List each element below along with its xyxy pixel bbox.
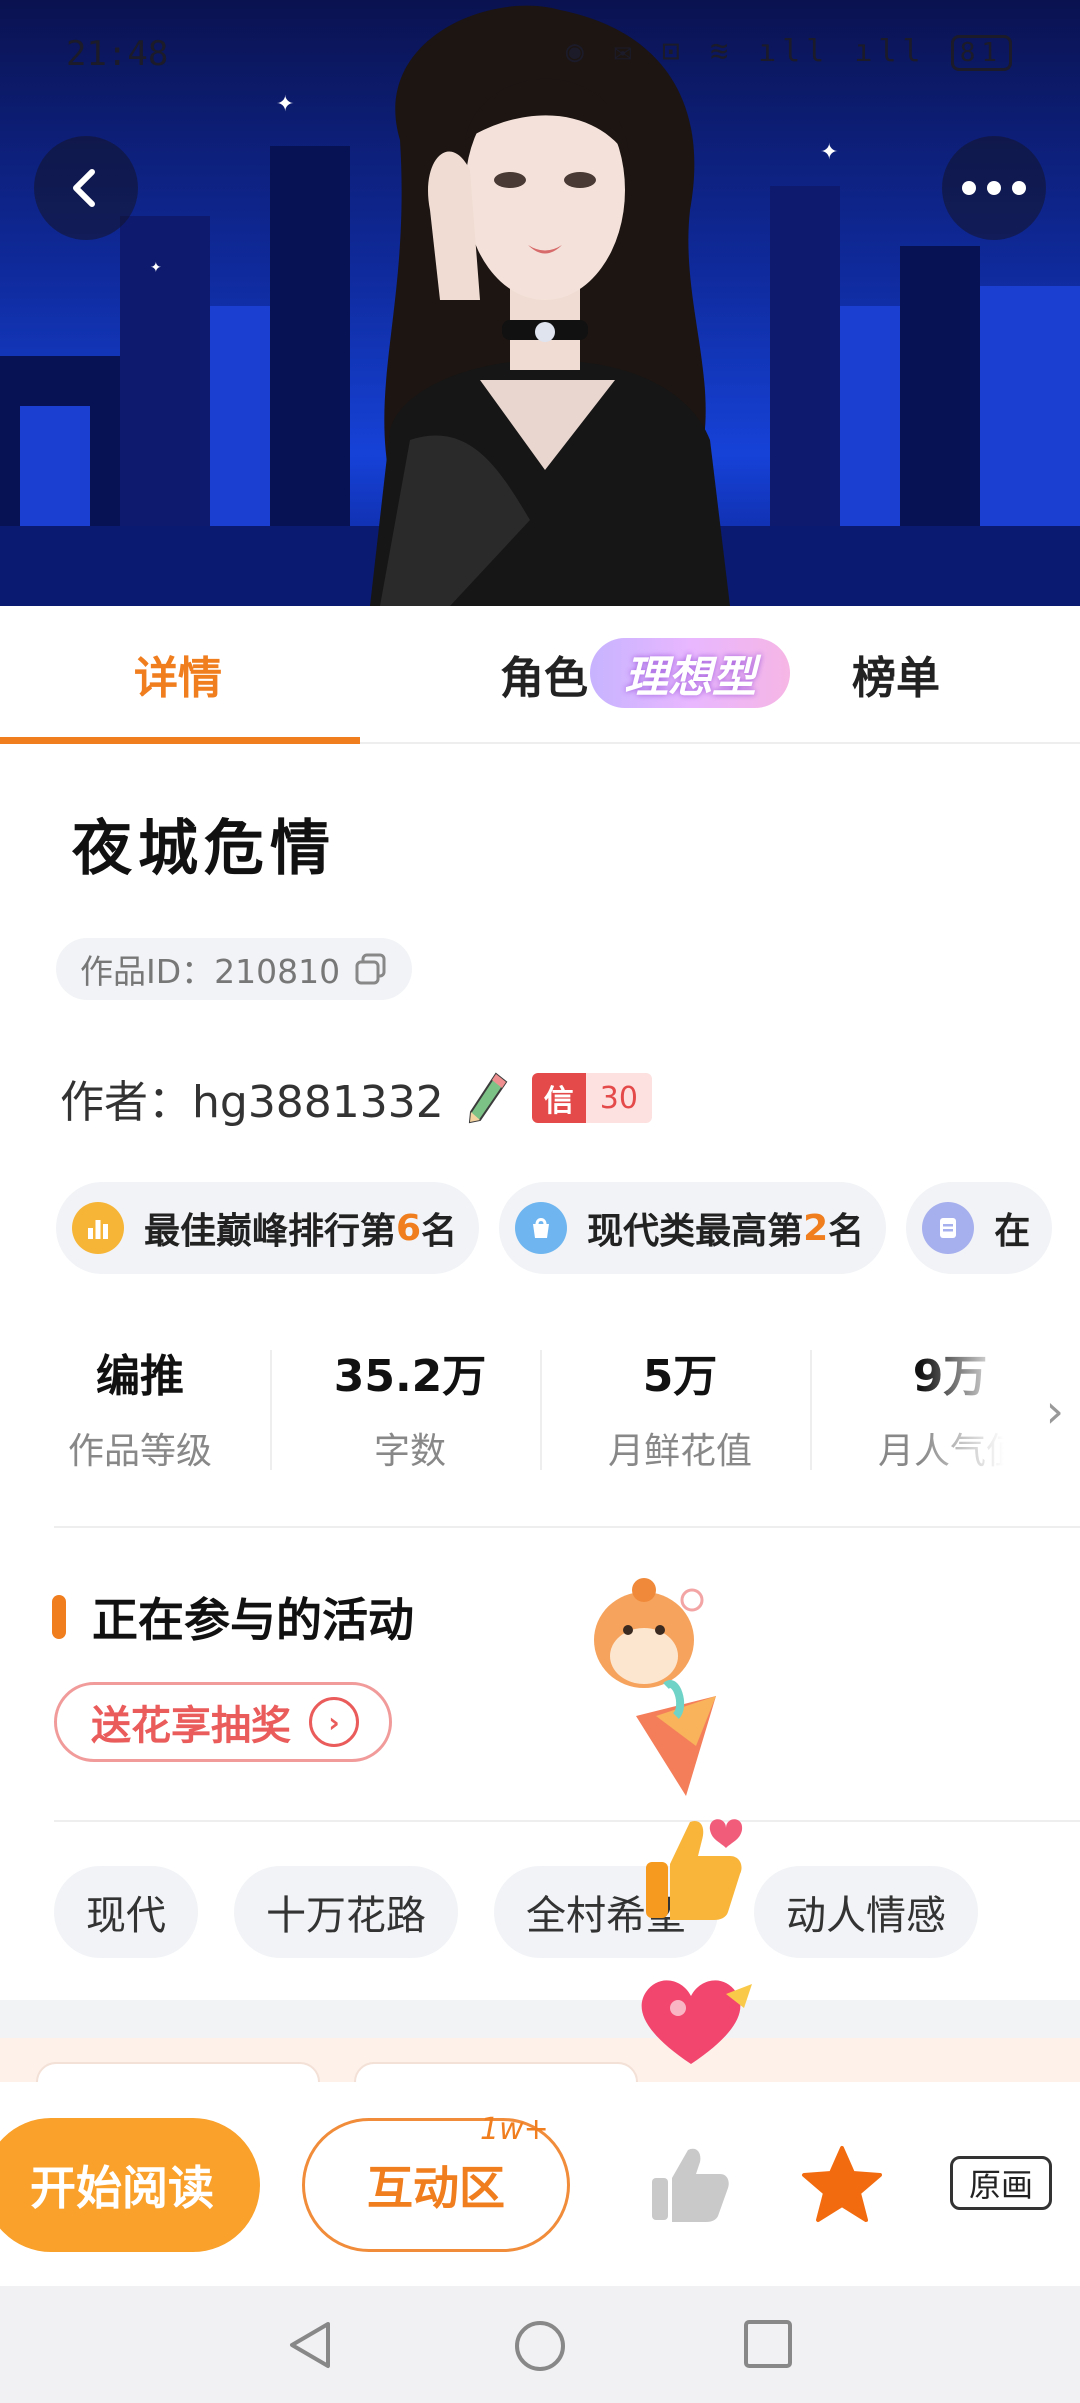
- stat-word-count: 35.2万 字数: [290, 1340, 530, 1474]
- stat-value: 编推: [96, 1351, 184, 1402]
- like-thumbs-up-icon[interactable]: [648, 2144, 730, 2226]
- tab-active-indicator: [0, 737, 360, 744]
- book-id-pill[interactable]: 作品ID：210810: [56, 938, 413, 1000]
- stat-label: 月鲜花值: [607, 1431, 752, 1472]
- ranking-pill[interactable]: 现代类最高第 2 名: [499, 1182, 887, 1274]
- heading-accent-bar: [52, 1595, 66, 1639]
- nav-recents-icon[interactable]: [742, 2318, 794, 2370]
- ranking-text-prefix: 最佳巅峰排行第: [144, 1211, 397, 1252]
- divider: [270, 1350, 272, 1470]
- arrow-right-circle-icon: ›: [309, 1697, 359, 1747]
- stat-flowers: 5万 月鲜花值: [560, 1340, 800, 1474]
- ranking-text-prefix: 在: [994, 1211, 1031, 1252]
- stat-label: 作品等级: [67, 1431, 212, 1472]
- ranking-text-prefix: 现代类最高第: [587, 1211, 804, 1252]
- book-stats[interactable]: 编推 作品等级 35.2万 字数 5万 月鲜花值 9万 月人气值 ›: [40, 1340, 1080, 1480]
- cover-character-illustration: [370, 5, 730, 606]
- author-row: 作者：hg3881332 信 30: [60, 1066, 652, 1130]
- section-divider: [54, 1820, 1080, 1822]
- cover-banner: ✦ ✦ ✦ 21:48 ◉ ✉ ⊡ ≋ ıll ıll 81: [0, 0, 1080, 606]
- rank-doc-icon: [922, 1202, 975, 1254]
- tab-details[interactable]: 详情: [134, 642, 222, 706]
- credit-badge-label: 信: [531, 1073, 586, 1123]
- activities-heading: 正在参与的活动: [52, 1584, 414, 1650]
- book-title: 夜城危情: [72, 814, 336, 884]
- divider: [810, 1350, 812, 1470]
- signal-icons: ◉ ✉ ⊡ ≋ ıll ıll: [565, 34, 927, 69]
- section-divider: [54, 1526, 1080, 1528]
- back-button[interactable]: [34, 136, 138, 240]
- star-icon: ✦: [150, 260, 162, 276]
- heart-sticker-icon: [641, 1980, 752, 2064]
- tab-characters[interactable]: 角色: [500, 642, 588, 706]
- pencil-icon: [468, 1072, 508, 1124]
- stats-fade: [920, 1340, 1040, 1480]
- tab-rankings[interactable]: 榜单: [852, 642, 940, 706]
- party-popper-icon: [636, 1680, 716, 1796]
- nav-home-icon[interactable]: [512, 2318, 568, 2374]
- chevron-right-icon[interactable]: ›: [1046, 1384, 1064, 1438]
- star-icon: ✦: [820, 140, 839, 165]
- activities-title: 正在参与的活动: [92, 1593, 414, 1647]
- more-options-button[interactable]: [942, 136, 1046, 240]
- battery-icon: 81: [950, 35, 1012, 71]
- book-tags: 现代 十万花路 全村希望 动人情感: [54, 1866, 1080, 1958]
- ideal-type-badge[interactable]: 理想型: [590, 638, 790, 708]
- activity-flower-lottery[interactable]: 送花享抽奖 ›: [54, 1682, 392, 1762]
- stat-value: 5万: [642, 1351, 718, 1402]
- author-name[interactable]: 作者：hg3881332: [60, 1066, 444, 1130]
- divider: [540, 1350, 542, 1470]
- ranking-number: 6: [396, 1207, 422, 1249]
- stat-level: 编推 作品等级: [20, 1340, 260, 1474]
- start-reading-button[interactable]: 开始阅读: [0, 2118, 260, 2252]
- bottom-action-bar: 开始阅读 互动区 1w+ 原画: [0, 2082, 1080, 2286]
- status-bar: 21:48 ◉ ✉ ⊡ ≋ ıll ıll 81: [0, 28, 1080, 84]
- favorite-star-icon[interactable]: [800, 2144, 884, 2226]
- interaction-count-badge: 1w+: [480, 2112, 549, 2147]
- nav-back-icon[interactable]: [284, 2318, 336, 2372]
- ranking-pill[interactable]: 在: [906, 1182, 1053, 1274]
- book-id-text: 作品ID：210810: [80, 952, 341, 991]
- rank-bar-icon: [72, 1202, 124, 1254]
- ranking-text-suffix: 名: [421, 1211, 458, 1252]
- stat-value: 35.2万: [333, 1351, 487, 1402]
- ranking-text-suffix: 名: [828, 1211, 865, 1252]
- thumbs-up-sticker-icon: [646, 1819, 743, 1920]
- tag-item[interactable]: 动人情感: [754, 1866, 978, 1958]
- copy-icon[interactable]: [354, 952, 388, 986]
- ranking-pills: 最佳巅峰排行第 6 名 现代类最高第 2 名 在: [56, 1182, 1080, 1274]
- credit-badge-score: 30: [585, 1073, 652, 1123]
- star-icon: ✦: [276, 92, 295, 117]
- section-gap: [0, 2000, 1080, 2038]
- more-dots-icon: [962, 181, 1026, 195]
- status-icons: ◉ ✉ ⊡ ≋ ıll ıll 81: [565, 34, 1012, 71]
- tag-item[interactable]: 十万花路: [234, 1866, 458, 1958]
- original-art-button[interactable]: 原画: [950, 2156, 1052, 2210]
- activity-label: 送花享抽奖: [91, 1703, 291, 1749]
- credit-badge[interactable]: 信 30: [531, 1073, 652, 1123]
- status-time: 21:48: [66, 34, 169, 74]
- ranking-number: 2: [803, 1207, 829, 1249]
- system-navigation-bar: [0, 2286, 1080, 2403]
- tag-item[interactable]: 现代: [54, 1866, 198, 1958]
- ranking-pill[interactable]: 最佳巅峰排行第 6 名: [56, 1182, 480, 1274]
- chevron-left-icon: [73, 169, 95, 207]
- detail-tabs: 详情 角色 理想型 榜单: [0, 606, 1080, 744]
- stat-label: 字数: [373, 1431, 446, 1472]
- rank-bag-icon: [515, 1202, 568, 1254]
